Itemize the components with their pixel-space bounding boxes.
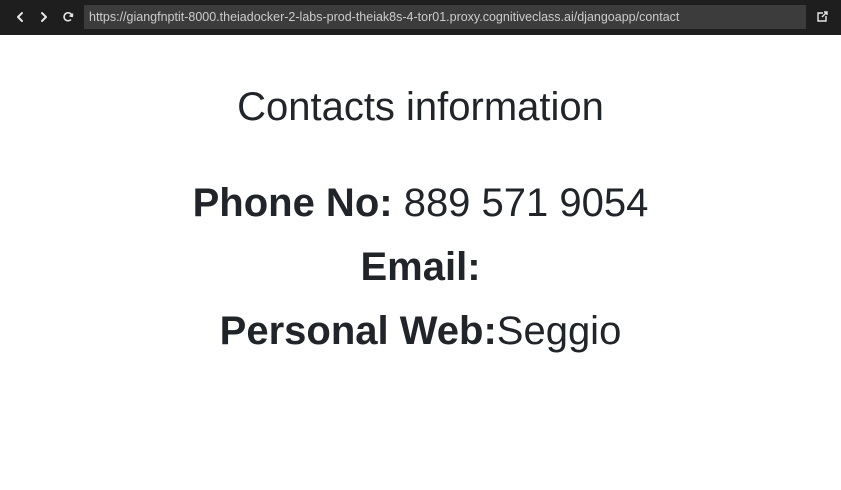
chevron-left-icon[interactable] bbox=[12, 9, 28, 25]
phone-line: Phone No: 889 571 9054 bbox=[0, 179, 841, 227]
web-label: Personal Web: bbox=[219, 309, 497, 353]
email-line: Email: bbox=[0, 243, 841, 291]
phone-label: Phone No: bbox=[192, 181, 393, 225]
url-bar[interactable]: https://giangfnptit-8000.theiadocker-2-l… bbox=[84, 5, 806, 29]
contact-page: Contacts information Phone No: 889 571 9… bbox=[0, 35, 841, 490]
external-link-icon[interactable] bbox=[814, 9, 830, 25]
web-value: Seggio bbox=[496, 309, 622, 353]
browser-toolbar: https://giangfnptit-8000.theiadocker-2-l… bbox=[0, 0, 841, 35]
reload-icon[interactable] bbox=[60, 9, 76, 25]
email-label: Email: bbox=[360, 245, 481, 289]
phone-value: 889 571 9054 bbox=[392, 181, 649, 225]
web-line: Personal Web:Seggio bbox=[0, 307, 841, 355]
chevron-right-icon[interactable] bbox=[36, 9, 52, 25]
page-title: Contacts information bbox=[237, 85, 604, 129]
